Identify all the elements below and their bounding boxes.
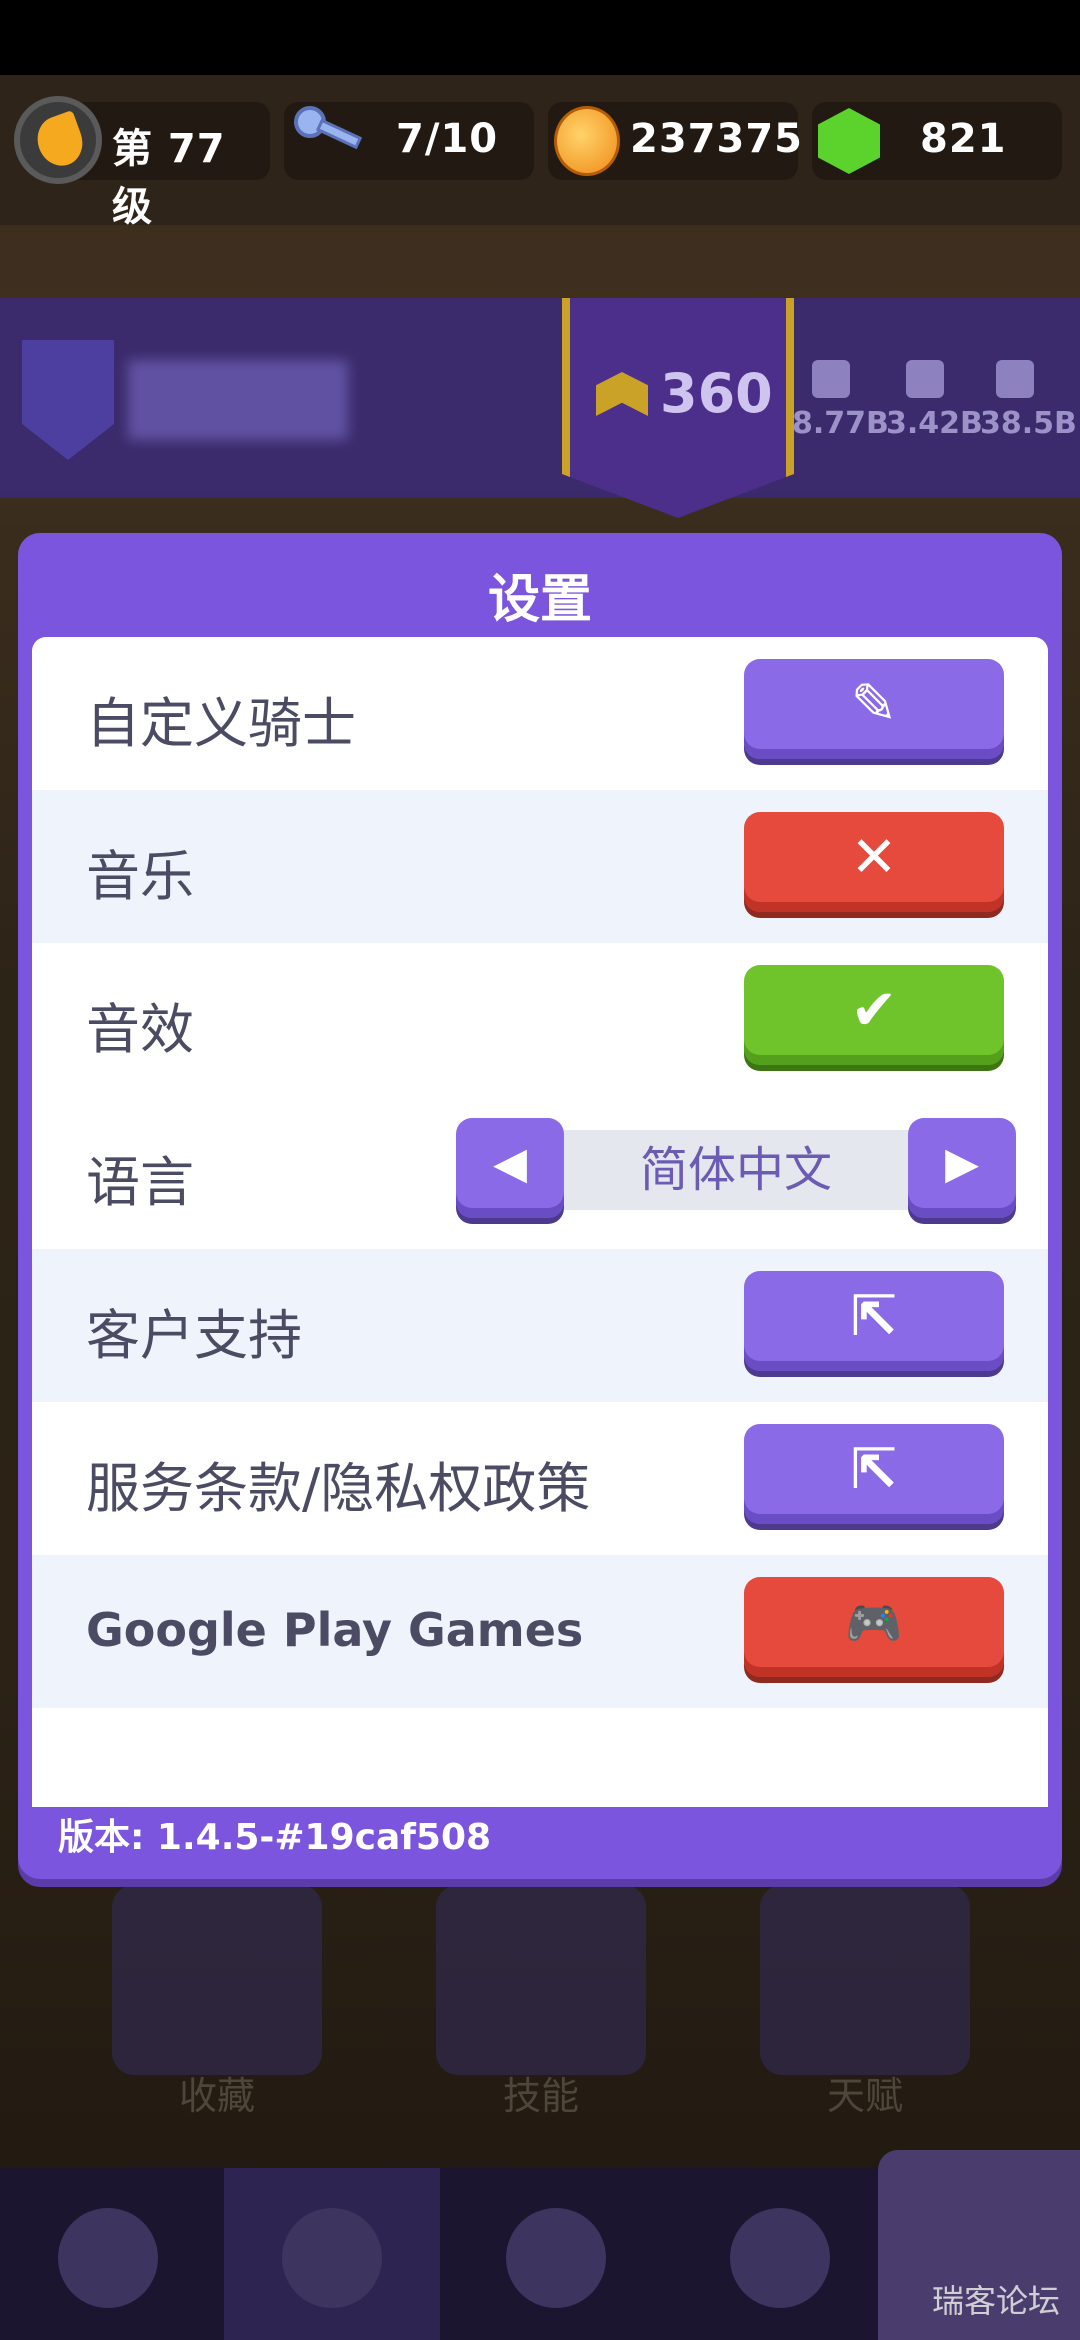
sword-icon <box>812 360 850 398</box>
status-bar <box>0 0 1080 75</box>
row-google-play-games: Google Play Games 🎮 <box>32 1555 1048 1708</box>
nav-forge[interactable] <box>224 2168 440 2340</box>
tab-collection-label: 收藏 <box>178 2074 255 2118</box>
language-prev-button[interactable]: ◀ <box>456 1118 564 1218</box>
coins-text: 237375 <box>630 116 803 162</box>
arrow-left-icon: ◀ <box>493 1138 527 1189</box>
stat-attack: 8.77B <box>792 406 889 441</box>
google-play-games-button[interactable]: 🎮 <box>744 1577 1004 1677</box>
sound-effects-label: 音效 <box>86 998 194 1061</box>
sound-effects-toggle[interactable]: ✔ <box>744 965 1004 1065</box>
watermark-text: 瑞客论坛 <box>931 2282 1060 2320</box>
talents-chest <box>760 1885 970 2075</box>
row-terms-privacy: 服务条款/隐私权政策 ⇱ <box>32 1402 1048 1555</box>
terms-privacy-label: 服务条款/隐私权政策 <box>86 1457 591 1520</box>
row-music: 音乐 ✕ <box>32 790 1048 943</box>
terms-privacy-button[interactable]: ⇱ <box>744 1424 1004 1524</box>
edit-icon: ✎ <box>850 672 898 737</box>
row-sound-effects: 音效 ✔ <box>32 943 1048 1096</box>
external-link-icon: ⇱ <box>850 1437 898 1502</box>
language-label: 语言 <box>86 1151 194 1214</box>
compass-icon <box>58 2208 158 2308</box>
gamepad-icon: 🎮 <box>845 1596 903 1650</box>
music-toggle[interactable]: ✕ <box>744 812 1004 912</box>
music-label: 音乐 <box>86 845 194 908</box>
guild-icon <box>730 2208 830 2308</box>
language-next-button[interactable]: ▶ <box>908 1118 1016 1218</box>
check-icon: ✔ <box>850 978 898 1043</box>
row-language: 语言 简体中文 ◀ ▶ <box>32 1096 1048 1249</box>
google-play-games-label: Google Play Games <box>86 1603 584 1657</box>
customize-knight-label: 自定义骑士 <box>86 692 356 755</box>
arrow-right-icon: ▶ <box>945 1138 979 1189</box>
row-customize-knight: 自定义骑士 ✎ <box>32 637 1048 790</box>
nav-compass[interactable] <box>0 2168 216 2340</box>
settings-dialog: 设置 自定义骑士 ✎ 音乐 ✕ 音效 ✔ 语言 简体中文 ◀ ▶ 客户支持 ⇱ … <box>18 533 1062 1879</box>
version-text: 版本: 1.4.5-#19caf508 <box>32 1807 1048 1869</box>
level-wing-icon <box>14 96 102 184</box>
stat-magic: 3.42B <box>886 406 983 441</box>
dialog-title: 设置 <box>487 570 592 630</box>
collection-chest <box>112 1885 322 2075</box>
settings-panel: 自定义骑士 ✎ 音乐 ✕ 音效 ✔ 语言 简体中文 ◀ ▶ 客户支持 ⇱ 服务条… <box>32 637 1048 1807</box>
chest-icon <box>506 2208 606 2308</box>
gems-text: 821 <box>920 116 1007 162</box>
external-link-icon: ⇱ <box>850 1284 898 1349</box>
rank-value: 360 <box>660 362 773 425</box>
nav-guild[interactable] <box>672 2168 888 2340</box>
heart-icon <box>996 360 1034 398</box>
nav-chest[interactable] <box>448 2168 664 2340</box>
skills-chest <box>436 1885 646 2075</box>
coin-icon <box>554 106 620 176</box>
tab-skills-label: 技能 <box>502 2074 579 2118</box>
customize-knight-button[interactable]: ✎ <box>744 659 1004 759</box>
swirl-icon <box>906 360 944 398</box>
tab-talents-label: 天赋 <box>826 2074 903 2118</box>
stat-health: 38.5B <box>980 406 1077 441</box>
key-icon <box>294 106 363 150</box>
customer-support-button[interactable]: ⇱ <box>744 1271 1004 1371</box>
player-name-blurred <box>128 360 348 440</box>
keys-text: 7/10 <box>396 116 499 162</box>
customer-support-label: 客户支持 <box>86 1304 302 1367</box>
anvil-icon <box>282 2208 382 2308</box>
close-icon: ✕ <box>850 825 898 890</box>
language-value: 简体中文 <box>564 1130 908 1210</box>
level-text: 第 77 级 <box>112 126 226 230</box>
row-customer-support: 客户支持 ⇱ <box>32 1249 1048 1402</box>
